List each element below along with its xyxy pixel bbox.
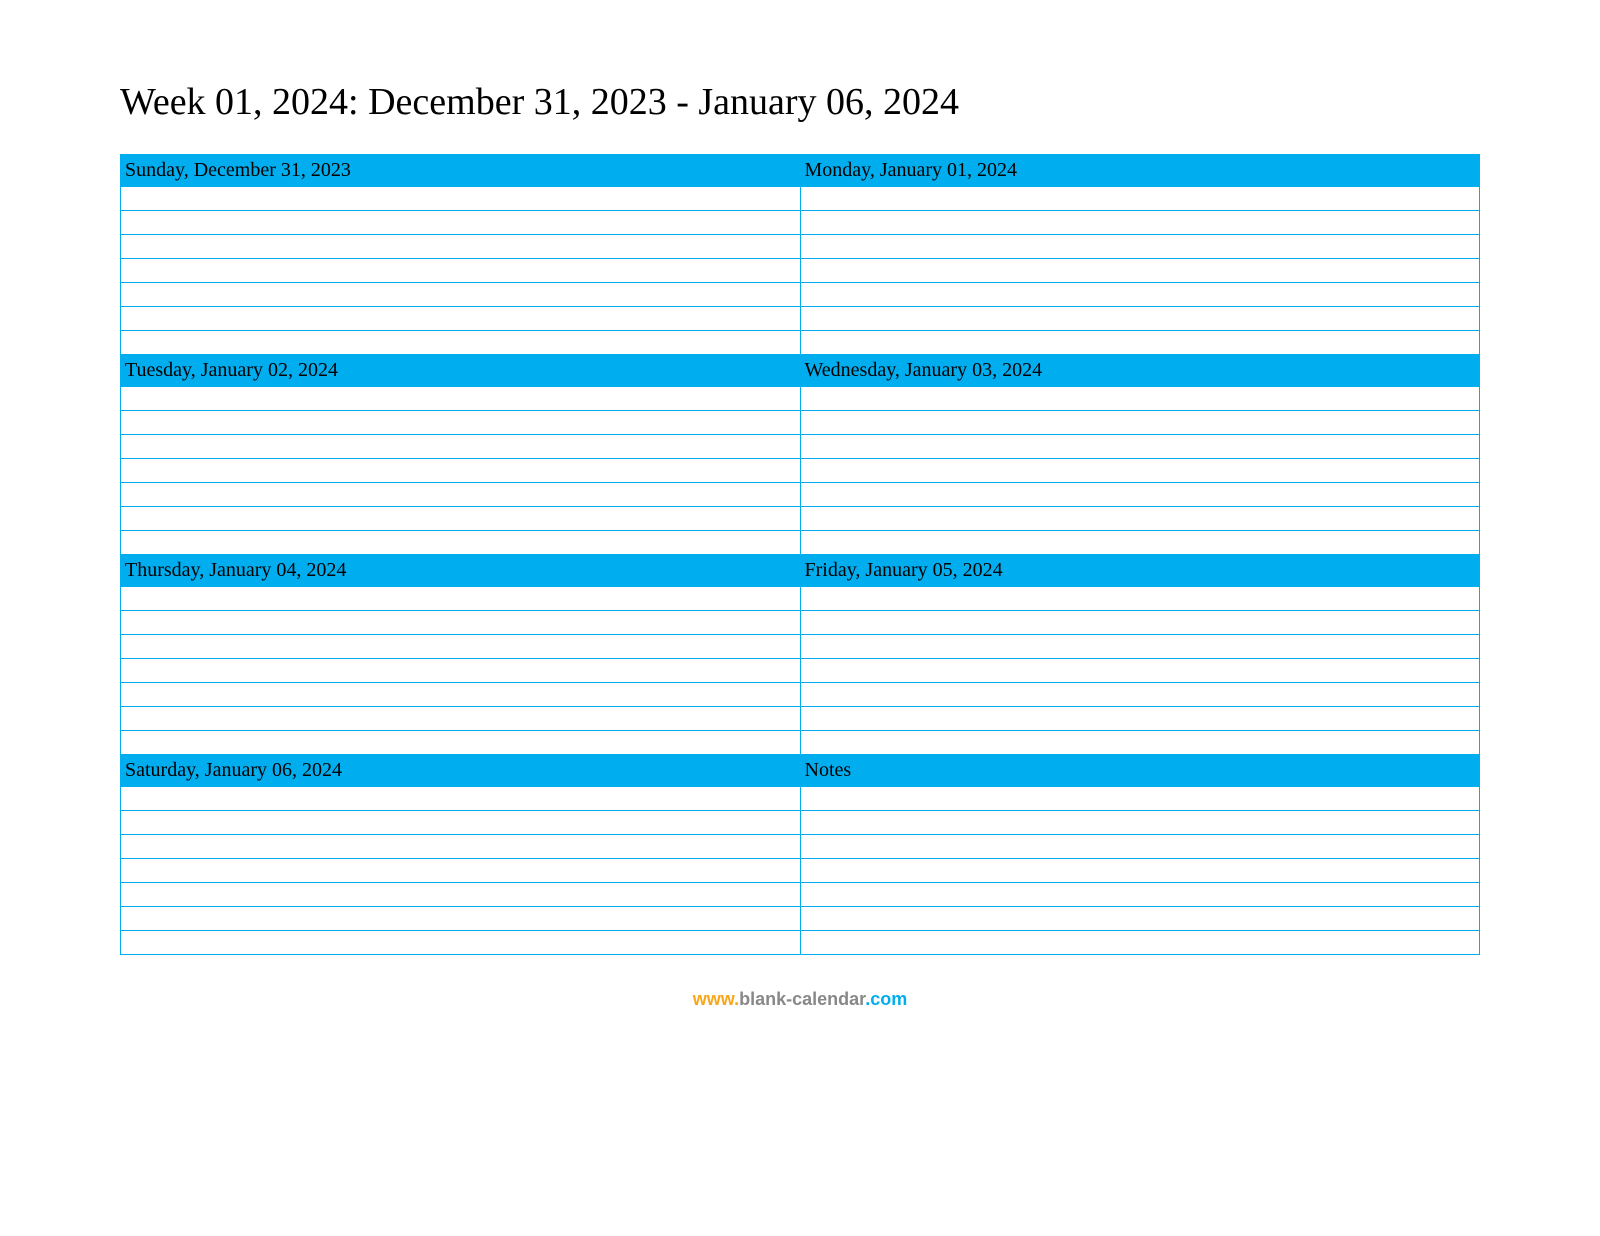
entry-line[interactable] <box>121 610 800 634</box>
entry-line[interactable] <box>801 434 1480 458</box>
day-header-thursday: Thursday, January 04, 2024 <box>121 554 800 586</box>
entry-line[interactable] <box>801 210 1480 234</box>
footer-tld: .com <box>865 989 907 1009</box>
entry-line[interactable] <box>121 730 800 754</box>
day-header-sunday: Sunday, December 31, 2023 <box>121 154 800 186</box>
entry-line[interactable] <box>121 506 800 530</box>
entry-line[interactable] <box>801 834 1480 858</box>
day-header-tuesday: Tuesday, January 02, 2024 <box>121 354 800 386</box>
calendar-grid: Sunday, December 31, 2023 Monday, Januar… <box>120 154 1480 955</box>
day-header-notes: Notes <box>801 754 1480 786</box>
entry-line[interactable] <box>801 858 1480 882</box>
footer-domain: blank-calendar <box>739 989 865 1009</box>
entry-line[interactable] <box>801 258 1480 282</box>
entry-line[interactable] <box>121 410 800 434</box>
entry-line[interactable] <box>121 834 800 858</box>
entry-line[interactable] <box>801 234 1480 258</box>
entry-line[interactable] <box>801 634 1480 658</box>
entry-line[interactable] <box>801 930 1480 955</box>
entry-line[interactable] <box>121 530 800 554</box>
entry-line[interactable] <box>801 330 1480 354</box>
entry-line[interactable] <box>801 410 1480 434</box>
entry-line[interactable] <box>121 906 800 930</box>
entry-line[interactable] <box>801 786 1480 810</box>
entry-line[interactable] <box>801 458 1480 482</box>
entry-line[interactable] <box>121 682 800 706</box>
footer-url[interactable]: www.blank-calendar.com <box>120 989 1480 1010</box>
page-title: Week 01, 2024: December 31, 2023 - Janua… <box>120 80 1480 124</box>
entry-line[interactable] <box>121 258 800 282</box>
entry-line[interactable] <box>801 282 1480 306</box>
day-header-monday: Monday, January 01, 2024 <box>801 154 1480 186</box>
entry-line[interactable] <box>801 506 1480 530</box>
entry-line[interactable] <box>121 586 800 610</box>
entry-line[interactable] <box>121 858 800 882</box>
entry-line[interactable] <box>801 482 1480 506</box>
entry-line[interactable] <box>121 706 800 730</box>
entry-line[interactable] <box>801 658 1480 682</box>
entry-line[interactable] <box>801 682 1480 706</box>
entry-line[interactable] <box>121 234 800 258</box>
day-header-friday: Friday, January 05, 2024 <box>801 554 1480 586</box>
entry-line[interactable] <box>121 458 800 482</box>
entry-line[interactable] <box>121 882 800 906</box>
entry-line[interactable] <box>121 306 800 330</box>
entry-line[interactable] <box>121 482 800 506</box>
entry-line[interactable] <box>801 706 1480 730</box>
entry-line[interactable] <box>121 282 800 306</box>
entry-line[interactable] <box>121 930 800 955</box>
entry-line[interactable] <box>121 786 800 810</box>
entry-line[interactable] <box>121 434 800 458</box>
entry-line[interactable] <box>121 330 800 354</box>
entry-line[interactable] <box>801 906 1480 930</box>
entry-line[interactable] <box>801 530 1480 554</box>
entry-line[interactable] <box>121 658 800 682</box>
entry-line[interactable] <box>801 730 1480 754</box>
entry-line[interactable] <box>801 810 1480 834</box>
entry-line[interactable] <box>801 386 1480 410</box>
entry-line[interactable] <box>801 610 1480 634</box>
entry-line[interactable] <box>801 186 1480 210</box>
weekly-calendar-page: Week 01, 2024: December 31, 2023 - Janua… <box>0 0 1600 1040</box>
entry-line[interactable] <box>121 810 800 834</box>
entry-line[interactable] <box>121 186 800 210</box>
entry-line[interactable] <box>121 210 800 234</box>
entry-line[interactable] <box>801 306 1480 330</box>
day-header-wednesday: Wednesday, January 03, 2024 <box>801 354 1480 386</box>
entry-line[interactable] <box>801 586 1480 610</box>
footer-www: www. <box>693 989 739 1009</box>
entry-line[interactable] <box>121 386 800 410</box>
day-header-saturday: Saturday, January 06, 2024 <box>121 754 800 786</box>
entry-line[interactable] <box>121 634 800 658</box>
entry-line[interactable] <box>801 882 1480 906</box>
